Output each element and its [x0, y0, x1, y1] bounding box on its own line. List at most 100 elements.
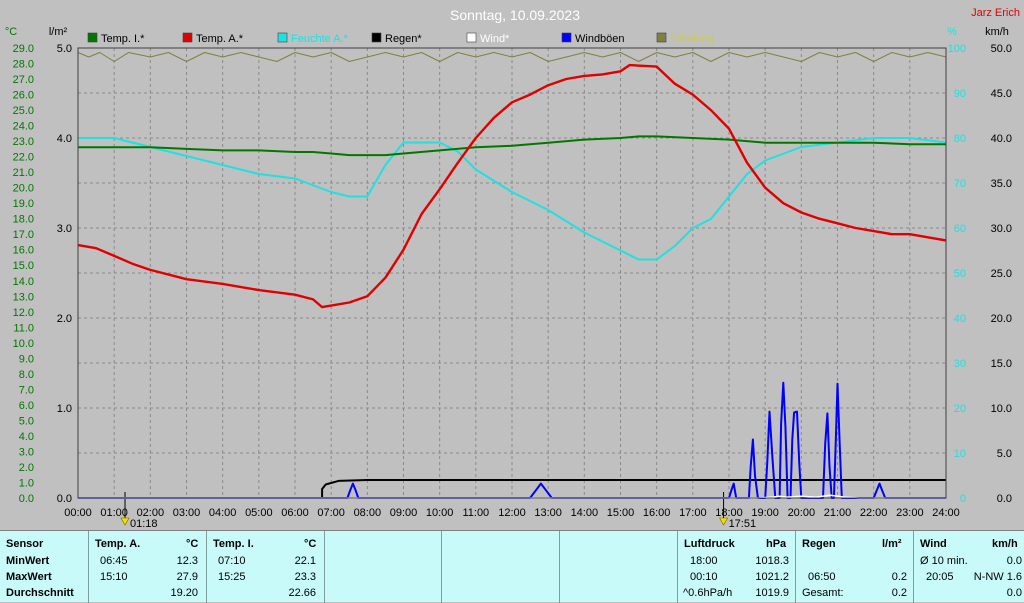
temp-a-min-time: 06:45: [100, 555, 128, 567]
x-tick-label: 03:00: [173, 507, 201, 519]
humidity-tick-label: 60: [954, 223, 966, 235]
column-divider: [559, 531, 560, 603]
column-divider: [206, 531, 207, 603]
x-tick-label: 05:00: [245, 507, 273, 519]
x-tick-label: 17:00: [679, 507, 707, 519]
x-tick-label: 20:00: [788, 507, 816, 519]
humidity-tick-label: 40: [954, 313, 966, 325]
rain-tick-label: 0.0: [57, 493, 72, 505]
sun-marker-label: 17:51: [729, 518, 757, 530]
wind-tick-label: 50.0: [991, 43, 1012, 55]
temp-tick-label: 7.0: [19, 384, 34, 396]
legend-swatch: [277, 32, 288, 43]
x-tick-label: 16:00: [643, 507, 671, 519]
humidity-tick-label: 20: [954, 403, 966, 415]
legend-label: Erholung: [670, 33, 714, 45]
legend-swatch: [87, 32, 98, 43]
rain-tick-label: 4.0: [57, 133, 72, 145]
x-tick-label: 10:00: [426, 507, 454, 519]
wind-r2-label: 20:05: [926, 571, 954, 583]
stats-panel: Sensor MinWert MaxWert Durchschnitt Temp…: [0, 530, 1024, 603]
pressure-header: Luftdruck: [684, 538, 735, 550]
temp-tick-label: 15.0: [13, 260, 34, 272]
legend-label: Wind*: [480, 33, 510, 45]
temp-i-unit: °C: [304, 538, 317, 550]
rain-tick-label: 5.0: [57, 43, 72, 55]
legend-swatch: [371, 32, 382, 43]
wind-tick-label: 20.0: [991, 313, 1012, 325]
temp-tick-label: 28.0: [13, 59, 34, 71]
humidity-tick-label: 100: [948, 43, 966, 55]
temp-tick-label: 14.0: [13, 276, 34, 288]
x-tick-label: 14:00: [571, 507, 599, 519]
legend-label: Temp. A.*: [196, 33, 244, 45]
legend-label: Regen*: [385, 33, 422, 45]
temp-i-min: 22.1: [294, 555, 316, 567]
temp-a-unit: °C: [186, 538, 199, 550]
humidity-tick-label: 90: [954, 88, 966, 100]
wind-tick-label: 45.0: [991, 88, 1012, 100]
temp-i-avg: 22.66: [288, 587, 316, 599]
temp-tick-label: 5.0: [19, 415, 34, 427]
temp-tick-label: 1.0: [19, 477, 34, 489]
sensor-header: Sensor: [6, 538, 44, 550]
temp-tick-label: 27.0: [13, 74, 34, 86]
rain-r3-label: Gesamt:: [802, 587, 844, 599]
column-divider: [88, 531, 89, 603]
wind-tick-label: 5.0: [997, 448, 1012, 460]
wind-tick-label: 40.0: [991, 133, 1012, 145]
rain-tick-label: 2.0: [57, 313, 72, 325]
legend-swatch: [561, 32, 572, 43]
x-tick-label: 11:00: [462, 507, 489, 519]
column-divider: [677, 531, 678, 603]
x-tick-label: 04:00: [209, 507, 237, 519]
rain-r2-label: 06:50: [808, 571, 836, 583]
temp-a-avg: 19.20: [170, 587, 198, 599]
x-tick-label: 00:00: [64, 507, 92, 519]
humidity-axis-unit: %: [947, 26, 957, 38]
x-tick-label: 23:00: [896, 507, 924, 519]
pressure-r1-value: 1018.3: [755, 555, 789, 567]
x-tick-label: 09:00: [390, 507, 418, 519]
x-tick-label: 01:00: [100, 507, 128, 519]
temp-tick-label: 26.0: [13, 90, 34, 102]
legend-label: Windböen: [575, 33, 625, 45]
wind-r1-label: Ø 10 min.: [920, 555, 968, 567]
row-label-min: MinWert: [6, 555, 50, 567]
x-tick-label: 22:00: [860, 507, 888, 519]
temp-tick-label: 9.0: [19, 353, 34, 365]
humidity-tick-label: 70: [954, 178, 966, 190]
temp-tick-label: 18.0: [13, 214, 34, 226]
temp-tick-label: 10.0: [13, 338, 34, 350]
temp-a-max-time: 15:10: [100, 571, 128, 583]
row-label-max: MaxWert: [6, 571, 52, 583]
wind-r2-value: N-NW 1.6: [973, 571, 1022, 583]
temp-i-max-time: 15:25: [218, 571, 246, 583]
legend-label: Feuchte A.*: [291, 33, 349, 45]
x-tick-label: 12:00: [498, 507, 526, 519]
temp-tick-label: 20.0: [13, 183, 34, 195]
humidity-tick-label: 0: [960, 493, 966, 505]
wind-unit: km/h: [992, 538, 1018, 550]
temp-a-max: 27.9: [176, 571, 198, 583]
wind-tick-label: 0.0: [997, 493, 1012, 505]
temp-tick-label: 29.0: [13, 43, 34, 55]
x-tick-label: 08:00: [354, 507, 382, 519]
weather-chart: Sonntag, 10.09.2023 Jarz Erich °C l/m² %…: [0, 0, 1024, 530]
rain-r2-value: 0.2: [891, 571, 907, 583]
humidity-tick-label: 50: [954, 268, 966, 280]
column-divider: [913, 531, 914, 603]
wind-r3-value: 0.0: [1006, 587, 1022, 599]
x-tick-label: 15:00: [607, 507, 635, 519]
temp-tick-label: 22.0: [13, 152, 34, 164]
temp-a-header: Temp. A.: [95, 538, 141, 550]
temp-tick-label: 21.0: [13, 167, 34, 179]
wind-tick-label: 15.0: [991, 358, 1012, 370]
temp-tick-label: 3.0: [19, 446, 34, 458]
wind-tick-label: 35.0: [991, 178, 1012, 190]
temp-tick-label: 25.0: [13, 105, 34, 117]
x-tick-label: 06:00: [281, 507, 309, 519]
x-tick-label: 07:00: [317, 507, 345, 519]
wind-r1-value: 0.0: [1006, 555, 1022, 567]
x-tick-label: 24:00: [932, 507, 960, 519]
